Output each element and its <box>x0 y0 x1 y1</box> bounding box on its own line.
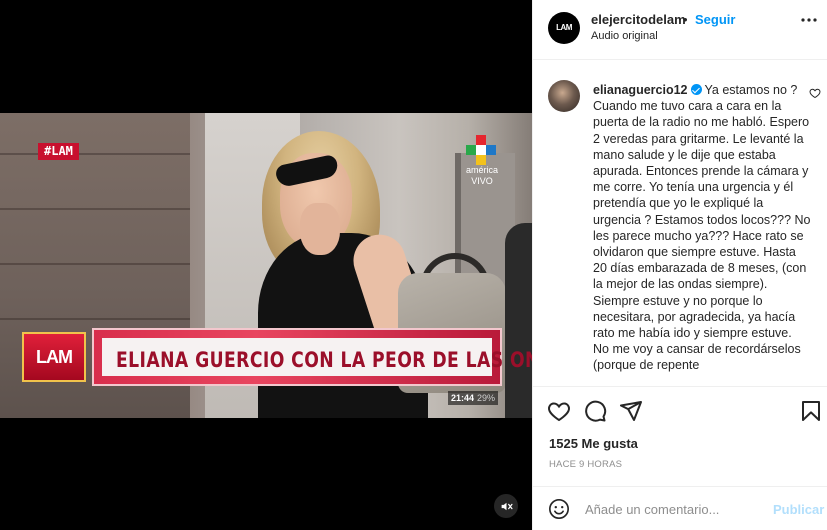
publish-button[interactable]: Publicar <box>773 502 824 517</box>
speaker-muted-icon <box>501 502 513 510</box>
banner-bar: ELIANA GUERCIO CON LA PEOR DE LAS ONDAS <box>92 328 532 386</box>
hashtag-lam-label: #LAM <box>38 143 79 160</box>
clock-percent: 29% <box>477 393 496 403</box>
caption-avatar[interactable] <box>548 80 580 112</box>
post-timestamp: HACE 9 HORAS <box>549 459 623 470</box>
channel-name: américa <box>465 165 498 175</box>
person-hand <box>300 203 340 255</box>
post-username[interactable]: elejercitodelam <box>591 12 686 27</box>
caption-username[interactable]: elianaguercio12 <box>593 83 688 97</box>
bookmark-icon[interactable] <box>799 399 823 423</box>
mute-button[interactable] <box>494 494 518 518</box>
banner-headline: ELIANA GUERCIO CON LA PEOR DE LAS ONDAS <box>116 348 532 372</box>
separator-dot: • <box>683 12 688 27</box>
bystander <box>505 223 532 418</box>
avatar[interactable]: LAM <box>548 12 580 44</box>
wall-line <box>0 208 190 210</box>
audio-label[interactable]: Audio original <box>591 30 658 42</box>
banner-inner: ELIANA GUERCIO CON LA PEOR DE LAS ONDAS <box>102 338 532 376</box>
post-panel: LAM elejercitodelam • Seguir Audio origi… <box>532 0 827 530</box>
caption-area: elianaguercio12 Ya estamos no ? Cuando me… <box>533 60 827 386</box>
like-comment-heart-icon[interactable] <box>809 87 821 99</box>
comment-icon[interactable] <box>583 399 607 423</box>
wall-line <box>0 153 190 155</box>
post-actions-bar <box>533 386 827 434</box>
america-tv-logo <box>466 135 496 165</box>
channel-live: VIVO <box>471 176 493 186</box>
likes-count[interactable]: 1525 Me gusta <box>549 436 638 451</box>
verified-badge-icon <box>690 84 702 95</box>
heart-icon[interactable] <box>547 399 571 423</box>
post-header: LAM elejercitodelam • Seguir Audio origi… <box>533 0 827 60</box>
emoji-icon[interactable] <box>548 498 570 520</box>
comment-input[interactable] <box>585 499 765 519</box>
comment-composer: Publicar <box>533 486 827 530</box>
clock-time: 21:44 <box>451 393 475 403</box>
follow-button[interactable]: Seguir <box>695 12 735 27</box>
video-player[interactable]: #LAM américa VIVO LAM ELIANA GUERCIO CON… <box>0 0 532 530</box>
news-banner: LAM ELIANA GUERCIO CON LA PEOR DE LAS ON… <box>22 328 532 386</box>
banner-lam-logo: LAM <box>22 332 86 382</box>
america-channel-text: américa VIVO <box>460 165 504 187</box>
share-icon[interactable] <box>619 399 643 423</box>
more-options-icon[interactable] <box>801 16 817 24</box>
caption-text-block: elianaguercio12 Ya estamos no ? Cuando me… <box>593 82 811 374</box>
wall-line <box>0 263 190 265</box>
broadcast-clock: 21:44 29% <box>448 391 499 405</box>
caption-text: Ya estamos no ? Cuando me tuvo cara a ca… <box>593 83 811 373</box>
video-frame[interactable]: #LAM américa VIVO LAM ELIANA GUERCIO CON… <box>0 113 532 418</box>
wall-line <box>0 318 190 320</box>
